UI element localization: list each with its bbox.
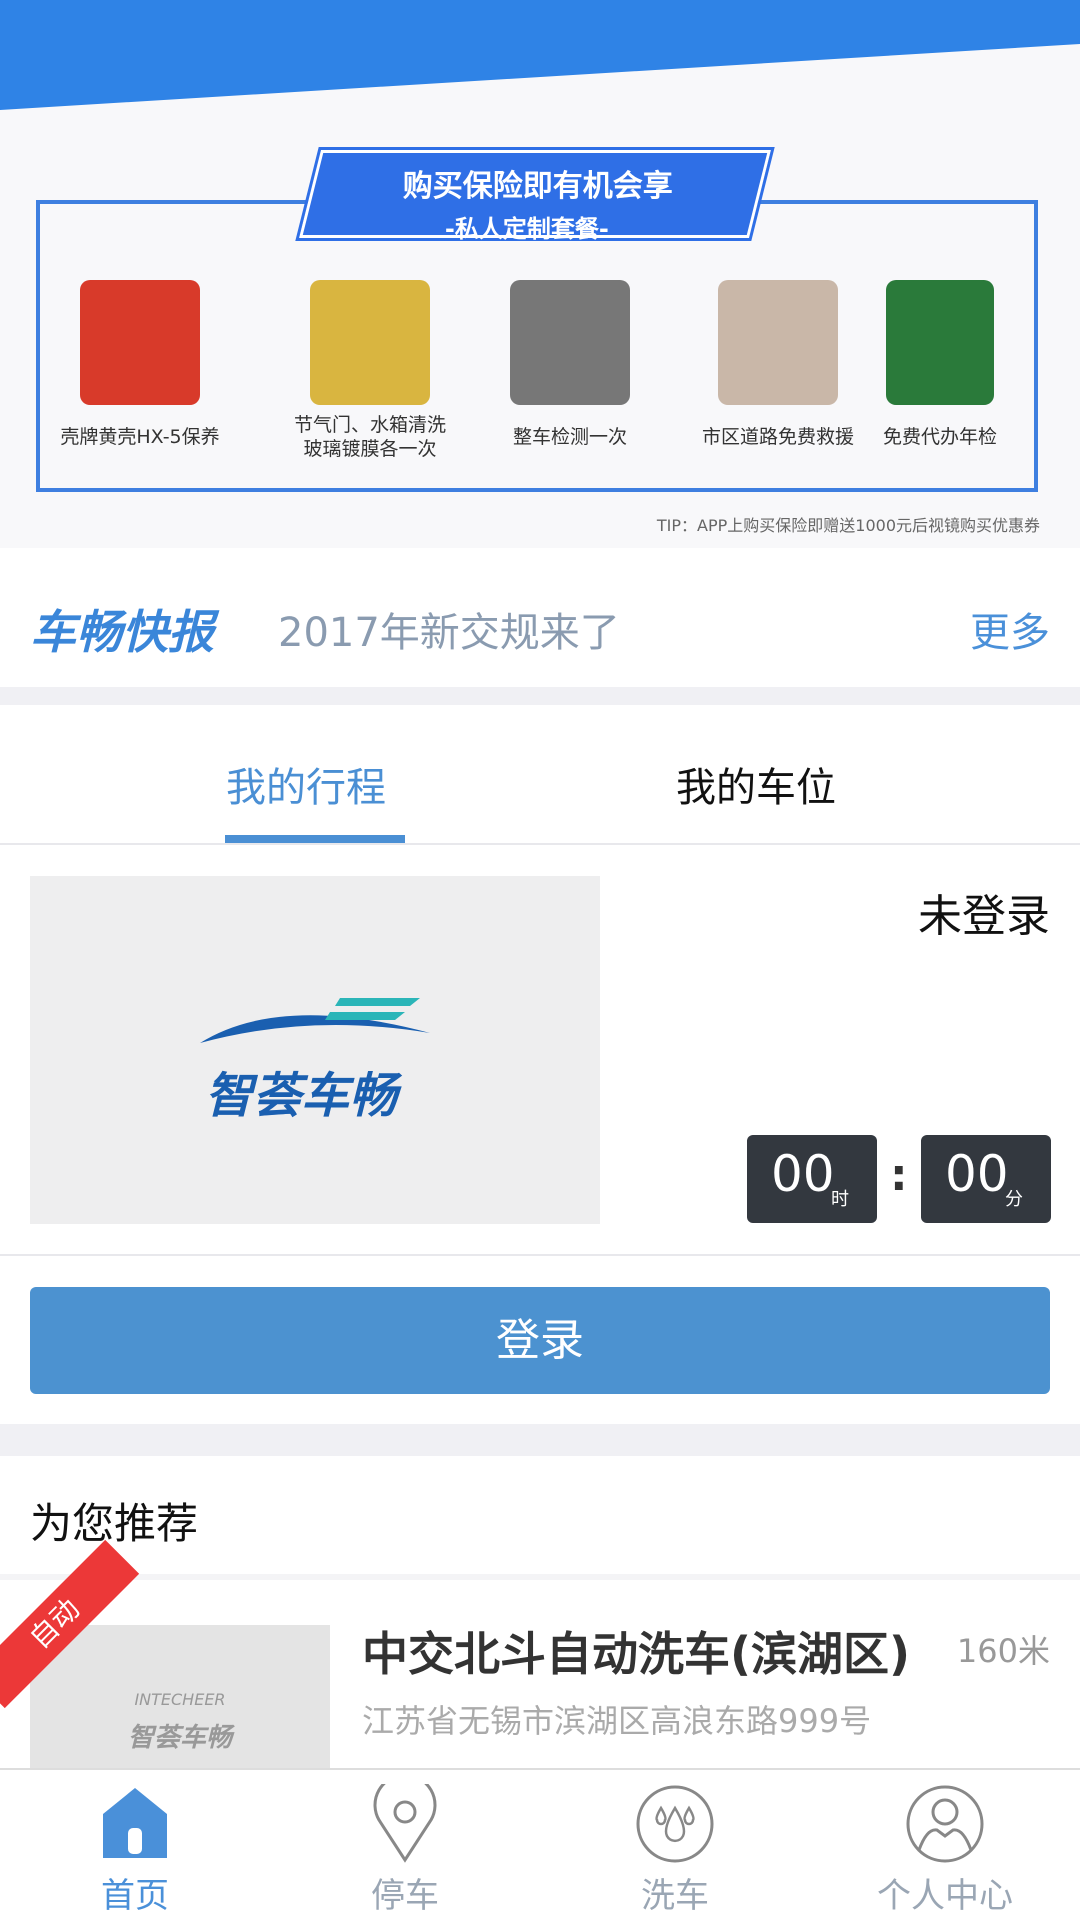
nav-profile[interactable]: 个人中心 <box>810 1770 1080 1922</box>
nav-car-wash[interactable]: 洗车 <box>540 1770 810 1922</box>
product-image <box>80 280 200 405</box>
banner-product: 壳牌黄壳HX-5保养 <box>50 280 230 449</box>
product-image <box>886 280 994 405</box>
tab-indicator <box>225 835 405 843</box>
nav-home[interactable]: 首页 <box>0 1770 270 1922</box>
divider <box>0 1254 1080 1256</box>
banner-title-ribbon: 购买保险即有机会享 -私人定制套餐- <box>295 147 775 243</box>
list-item-name[interactable]: 中交北斗自动洗车(滨湖区) <box>362 1618 910 1684</box>
car-logo-icon <box>200 998 430 1043</box>
login-button[interactable]: 登录 <box>30 1287 1050 1394</box>
news-headline[interactable]: 2017年新交规来了 <box>278 600 620 658</box>
water-drops-icon <box>636 1785 714 1863</box>
news-ticker[interactable]: 车畅快报 2017年新交规来了 更多 <box>0 548 1080 705</box>
product-image <box>510 280 630 405</box>
banner-product: 市区道路免费救援 <box>688 280 868 449</box>
banner-product: 免费代办年检 <box>850 280 1030 449</box>
banner-subtitle: -私人定制套餐- <box>444 215 609 243</box>
tab-my-trip[interactable]: 我的行程 <box>226 755 386 813</box>
logo-text: 智荟车畅 <box>205 1068 398 1124</box>
divider <box>0 1574 1080 1580</box>
banner-tip: TIP：APP上购买保险即赠送1000元后视镜购买优惠券 <box>656 516 1040 535</box>
bottom-nav: 首页 停车 洗车 个人中心 <box>0 1768 1080 1920</box>
nav-parking[interactable]: 停车 <box>270 1770 540 1922</box>
location-pin-icon <box>373 1773 437 1863</box>
banner-product: 节气门、水箱清洗 玻璃镀膜各一次 <box>280 280 460 461</box>
home-icon <box>103 1788 167 1858</box>
login-status: 未登录 <box>918 891 1050 942</box>
list-item-distance: 160米 <box>956 1632 1050 1670</box>
tab-bar: 我的行程 我的车位 <box>0 723 1080 845</box>
news-logo: 车畅快报 <box>30 605 214 659</box>
header-bar <box>0 0 1080 110</box>
timer-minutes: 00 分 <box>921 1135 1051 1223</box>
product-image <box>718 280 838 405</box>
timer-hours: 00 时 <box>747 1135 877 1223</box>
banner-product: 整车检测一次 <box>480 280 660 449</box>
product-image <box>310 280 430 405</box>
timer-colon: : <box>890 1150 908 1201</box>
section-gap <box>0 1424 1080 1456</box>
list-item-thumbnail[interactable]: INTECHEER 智荟车畅 <box>30 1625 330 1770</box>
user-icon <box>906 1785 984 1863</box>
app-logo-image: 智荟车畅 <box>30 876 600 1224</box>
recommend-title: 为您推荐 <box>30 1499 199 1548</box>
news-more-link[interactable]: 更多 <box>970 600 1050 658</box>
list-item-address: 江苏省无锡市滨湖区高浪东路999号 <box>362 1702 872 1740</box>
banner-title: 购买保险即有机会享 <box>402 169 673 204</box>
tab-my-parking[interactable]: 我的车位 <box>676 755 836 813</box>
